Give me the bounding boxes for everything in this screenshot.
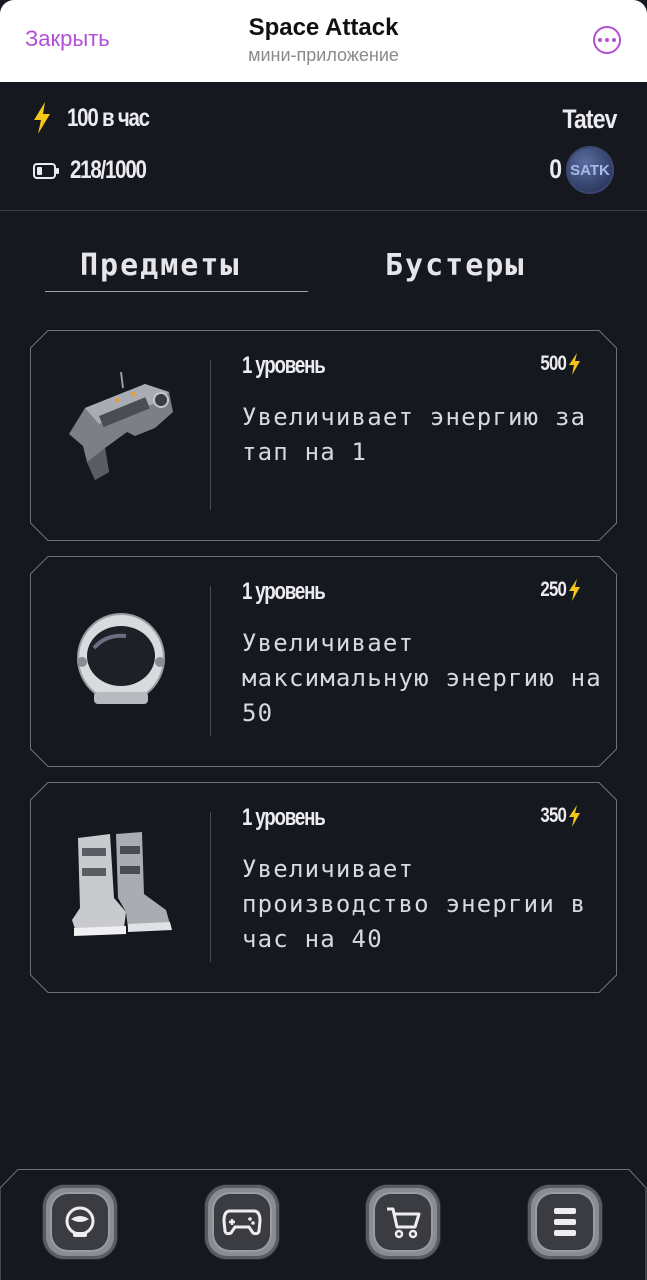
nav-profile-button[interactable] [43,1185,117,1259]
cart-icon [387,1207,421,1239]
bolt-icon [569,805,580,827]
price-value: 350 [540,804,566,827]
bottom-nav [0,1168,647,1280]
item-description: Увеличивает производство энергии в час н… [242,855,587,953]
item-level: 1 уровень [242,352,326,379]
item-card-helmet[interactable]: 1 уровень 250 Увеличивает максимальную э… [30,556,617,767]
item-level: 1 уровень [242,578,326,605]
tab-boosters[interactable]: Бустеры [385,248,525,283]
item-card-blaster[interactable]: 1 уровень 500 Увеличивает энергию за тап… [30,330,617,541]
energy-capacity: 218/1000 [70,156,147,184]
battery-icon [33,162,59,179]
bolt-icon [569,353,580,375]
item-description: Увеличивает энергию за тап на 1 [242,403,587,466]
blaster-icon [69,372,173,480]
menu-icon [554,1208,576,1236]
gamepad-icon [222,1209,262,1236]
energy-capacity-row: 218/1000 [32,156,162,185]
price-value: 500 [540,352,566,375]
item-description: Увеличивает максимальную энергию на 50 [242,629,602,727]
item-price: 350 [534,804,581,828]
energy-rate-row: 100 в час [32,102,167,134]
astronaut-icon [65,1206,95,1237]
boots-icon [72,832,172,936]
item-price: 500 [534,352,581,376]
satk-coin-icon: SATK [566,146,614,194]
stats-bar: 100 в час 218/1000 Tatev 0 SATK [0,82,647,211]
telegram-header: Закрыть Space Attack мини-приложение [0,0,647,82]
tab-items[interactable]: Предметы [80,248,241,283]
item-price: 250 [534,578,581,602]
bolt-icon [569,579,580,601]
app-subtitle: мини-приложение [248,45,399,65]
more-icon[interactable] [593,26,621,54]
app-title: Space Attack [248,14,399,41]
energy-rate: 100 в час [67,103,150,132]
item-card-boots[interactable]: 1 уровень 350 Увеличивает производство э… [30,782,617,993]
nav-game-button[interactable] [205,1185,279,1259]
card-divider [210,812,211,962]
helmet-icon [77,613,165,704]
bolt-icon [34,102,50,134]
card-divider [210,586,211,736]
username: Tatev [562,104,618,134]
card-divider [210,360,211,510]
nav-shop-button[interactable] [366,1185,440,1259]
price-value: 250 [540,578,566,601]
coin-balance: 0 [549,154,562,184]
active-tab-underline [45,291,308,292]
item-level: 1 уровень [242,804,326,831]
nav-menu-button[interactable] [528,1185,602,1259]
